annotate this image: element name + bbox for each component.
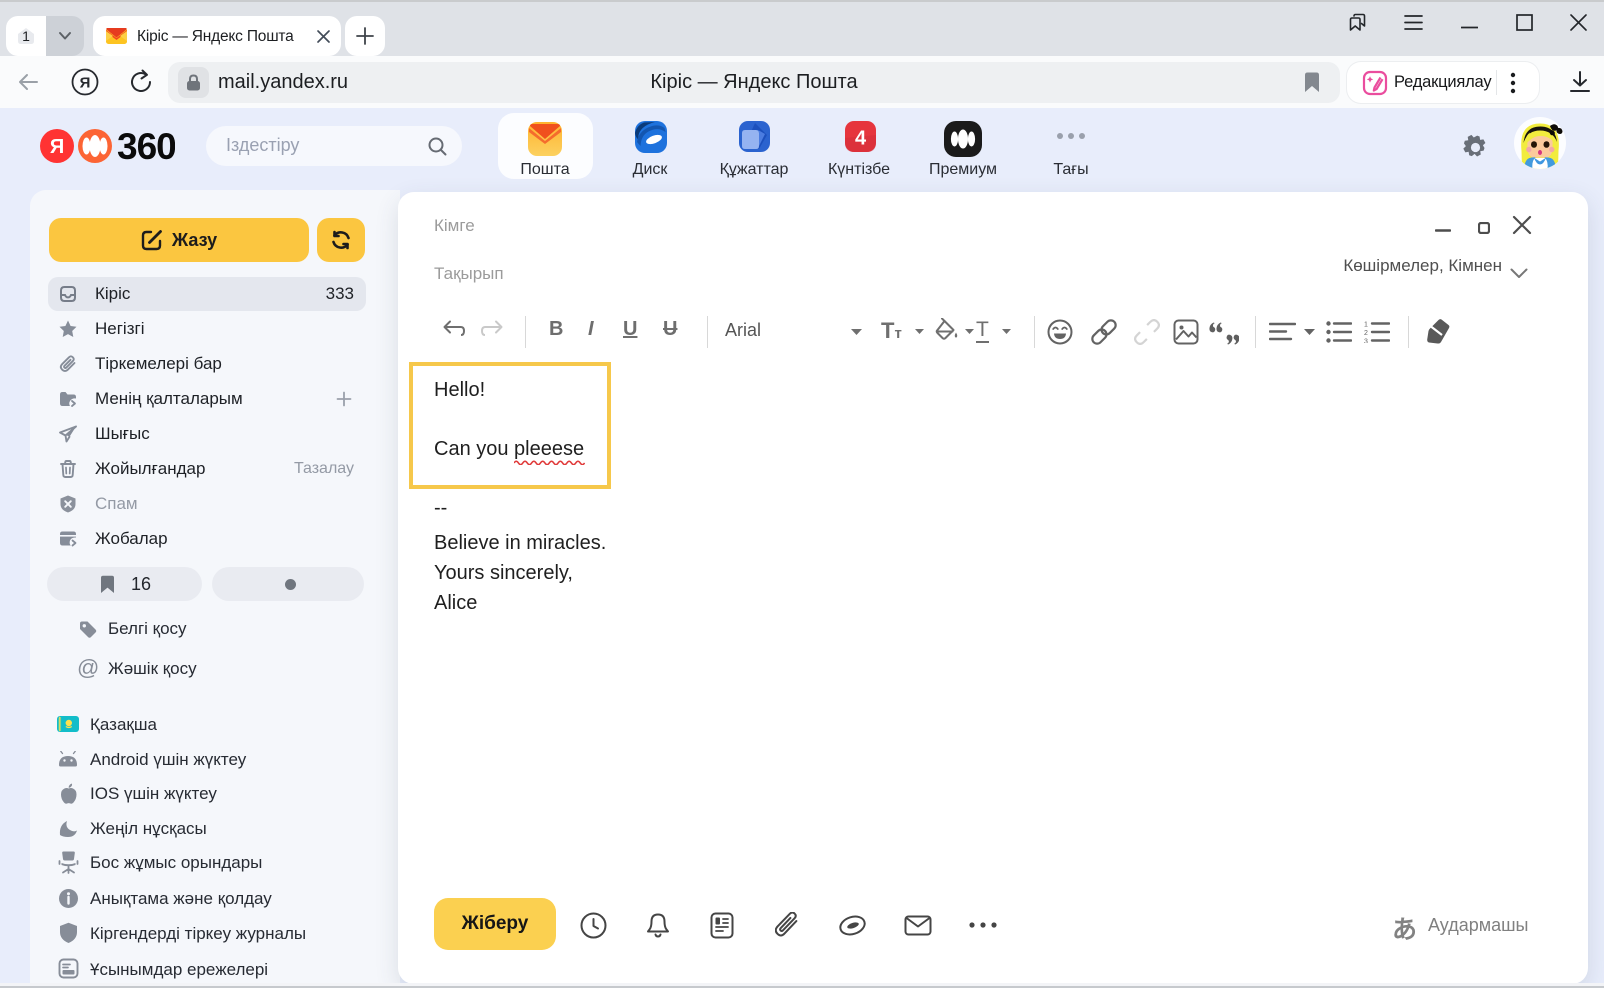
svg-text:3: 3 <box>1364 339 1368 344</box>
svg-text:1: 1 <box>1364 322 1368 329</box>
svg-text:2: 2 <box>1364 330 1368 337</box>
svg-text:Я: Я <box>80 75 91 92</box>
svg-text:4: 4 <box>855 128 867 150</box>
svg-text:360: 360 <box>117 129 175 167</box>
svg-text:1: 1 <box>22 28 30 44</box>
svg-text:Я: Я <box>50 136 64 158</box>
